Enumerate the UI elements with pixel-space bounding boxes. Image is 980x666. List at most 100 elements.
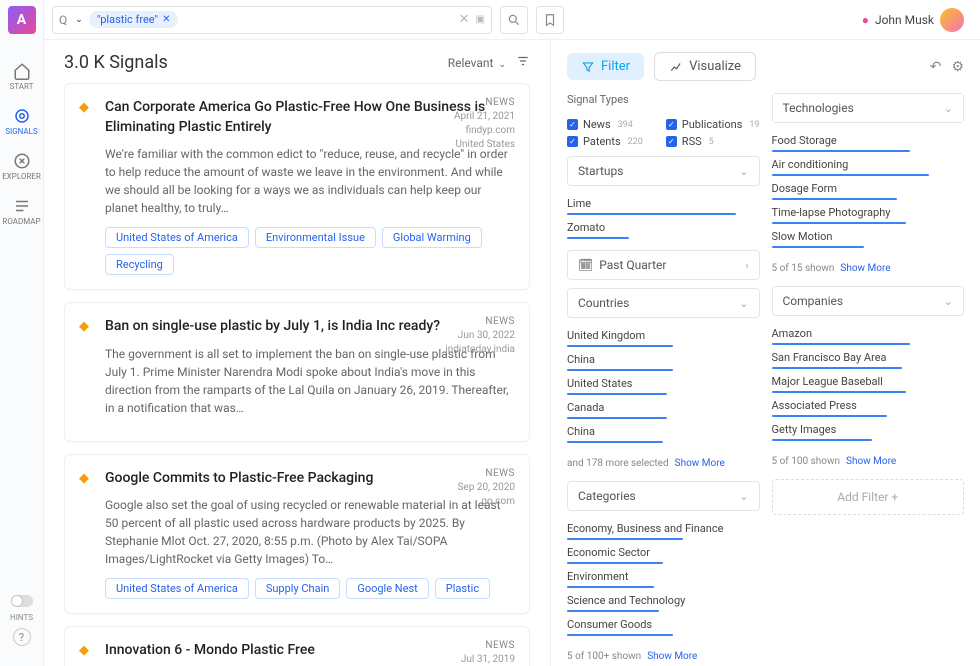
filter-item[interactable]: Slow Motion — [772, 227, 965, 251]
nav-explorer-label: EXPLORER — [2, 172, 41, 181]
tag[interactable]: Plastic — [435, 578, 490, 599]
filter-item[interactable]: Amazon — [772, 324, 965, 348]
app-logo[interactable]: A — [8, 6, 36, 34]
checkbox-icon: ✓ — [567, 136, 578, 147]
user-dot-icon: ● — [862, 13, 869, 27]
undo-icon[interactable]: ↶ — [930, 59, 942, 75]
filter-item[interactable]: Science and Technology — [567, 591, 760, 615]
nav-roadmap[interactable]: ROADMAP — [0, 189, 43, 234]
search-clear-icon[interactable]: ✕ — [459, 12, 470, 27]
compass-icon — [13, 152, 31, 170]
search-chip: "plastic free" ✕ — [89, 11, 179, 28]
search-input[interactable] — [184, 13, 452, 27]
filter-item[interactable]: Dosage Form — [772, 179, 965, 203]
filter-item[interactable]: China — [567, 422, 760, 446]
tag[interactable]: Supply Chain — [255, 578, 341, 599]
signal-type-check[interactable]: ✓RSS5 — [666, 135, 760, 148]
countries-showmore: and 178 more selectedShow More — [567, 454, 760, 473]
tag[interactable]: United States of America — [105, 227, 249, 248]
signal-type-check[interactable]: ✓News394 — [567, 118, 656, 131]
categories-showmore-link[interactable]: Show More — [647, 651, 697, 662]
filter-item[interactable]: Air conditioning — [772, 155, 965, 179]
nav-signals[interactable]: SIGNALS — [0, 99, 43, 144]
result-card[interactable]: ◆Can Corporate America Go Plastic-Free H… — [64, 83, 530, 290]
result-card[interactable]: ◆ Google Commits to Plastic-Free Packagin… — [64, 454, 530, 615]
tag[interactable]: Global Warming — [382, 227, 482, 248]
gear-icon[interactable]: ⚙ — [951, 59, 964, 75]
filter-item[interactable]: Time-lapse Photography — [772, 203, 965, 227]
filter-item[interactable]: Getty Images — [772, 420, 965, 444]
settings-icon[interactable] — [516, 54, 530, 71]
nav-signals-label: SIGNALS — [5, 127, 37, 136]
comp-showmore-link[interactable]: Show More — [846, 456, 896, 467]
signal-type-check[interactable]: ✓Patents220 — [567, 135, 656, 148]
chip-remove-icon[interactable]: ✕ — [162, 14, 170, 25]
bookmark-button[interactable] — [536, 6, 564, 34]
nav-explorer[interactable]: EXPLORER — [0, 144, 43, 189]
signal-types-title: Signal Types — [567, 93, 760, 106]
signal-type-check[interactable]: ✓Publications19 — [666, 118, 760, 131]
search-box[interactable]: Q⌄ "plastic free" ✕ ✕ ▣ — [52, 6, 492, 34]
tech-showmore: 5 of 15 shownShow More — [772, 259, 965, 278]
filter-item[interactable]: Zomato — [567, 218, 760, 242]
spark-icon: ◆ — [79, 471, 95, 489]
filter-item[interactable]: San Francisco Bay Area — [772, 348, 965, 372]
filter-item[interactable]: Environment — [567, 567, 760, 591]
filter-item[interactable]: United States — [567, 374, 760, 398]
search-chip-text: "plastic free" — [97, 13, 158, 26]
sort-dropdown[interactable]: Relevant ⌄ — [448, 56, 506, 70]
filter-item[interactable]: Economy, Business and Finance — [567, 519, 760, 543]
technologies-panel[interactable]: Technologies⌄ — [772, 93, 965, 123]
filter-item[interactable]: Canada — [567, 398, 760, 422]
search-collapse-icon[interactable]: ▣ — [476, 14, 485, 25]
filter-item[interactable]: Associated Press — [772, 396, 965, 420]
spark-icon: ◆ — [79, 319, 95, 337]
tag[interactable]: United States of America — [105, 578, 249, 599]
hints-toggle[interactable] — [11, 595, 33, 607]
search-submit-button[interactable] — [500, 6, 528, 34]
nav-start[interactable]: START — [0, 54, 43, 99]
card-meta: NEWSSep 20, 2020go.com — [457, 467, 515, 509]
spark-icon: ◆ — [79, 100, 95, 137]
filter-item[interactable]: Food Storage — [772, 131, 965, 155]
filter-item[interactable]: China — [567, 350, 760, 374]
topbar: Q⌄ "plastic free" ✕ ✕ ▣ ● John Musk — [44, 0, 980, 40]
filter-item[interactable]: Lime — [567, 194, 760, 218]
filter-item[interactable]: Consumer Goods — [567, 615, 760, 639]
tag[interactable]: Recycling — [105, 254, 174, 275]
add-filter-button[interactable]: Add Filter + — [772, 479, 965, 515]
countries-panel[interactable]: Countries⌄ — [567, 288, 760, 318]
checkbox-icon: ✓ — [666, 136, 677, 147]
result-card[interactable]: ◆Ban on single-use plastic by July 1, is… — [64, 302, 530, 442]
bookmark-icon — [543, 13, 557, 27]
result-card[interactable]: ◆Innovation 6 - Mondo Plastic Free NEWSJ… — [64, 626, 530, 666]
card-meta: NEWSJun 30, 2022indiatoday.india — [445, 315, 515, 357]
date-panel[interactable]: 🗓 Past Quarter› — [567, 250, 760, 280]
roadmap-icon — [13, 197, 31, 215]
user-menu[interactable]: ● John Musk — [862, 8, 964, 32]
visualize-button-label: Visualize — [689, 59, 741, 74]
tag[interactable]: Environmental Issue — [255, 227, 376, 248]
comp-showmore: 5 of 100 shownShow More — [772, 452, 965, 471]
filter-item[interactable]: Major League Baseball — [772, 372, 965, 396]
card-body: We're familiar with the common edict to … — [105, 145, 515, 217]
help-icon[interactable]: ? — [13, 628, 31, 646]
categories-panel[interactable]: Categories⌄ — [567, 481, 760, 511]
results-column: 3.0 K Signals Relevant ⌄ ◆Can Corporate … — [44, 40, 550, 666]
countries-showmore-link[interactable]: Show More — [675, 458, 725, 469]
filter-item[interactable]: United Kingdom — [567, 326, 760, 350]
visualize-button[interactable]: Visualize — [654, 52, 756, 81]
nav-roadmap-label: ROADMAP — [2, 217, 40, 226]
tech-showmore-link[interactable]: Show More — [840, 263, 890, 274]
card-body: Google also set the goal of using recycl… — [105, 496, 515, 568]
companies-panel[interactable]: Companies⌄ — [772, 286, 965, 316]
filter-button[interactable]: Filter — [567, 53, 644, 80]
tag[interactable]: Google Nest — [346, 578, 428, 599]
startups-panel[interactable]: Startups⌄ — [567, 156, 760, 186]
search-caret-icon[interactable]: ⌄ — [75, 15, 83, 25]
signals-icon — [13, 107, 31, 125]
magnify-icon — [507, 13, 521, 27]
card-meta: NEWSJul 31, 2019ntd.comUnited States — [455, 639, 515, 666]
filter-item[interactable]: Economic Sector — [567, 543, 760, 567]
card-title: Google Commits to Plastic-Free Packaging — [105, 469, 515, 489]
